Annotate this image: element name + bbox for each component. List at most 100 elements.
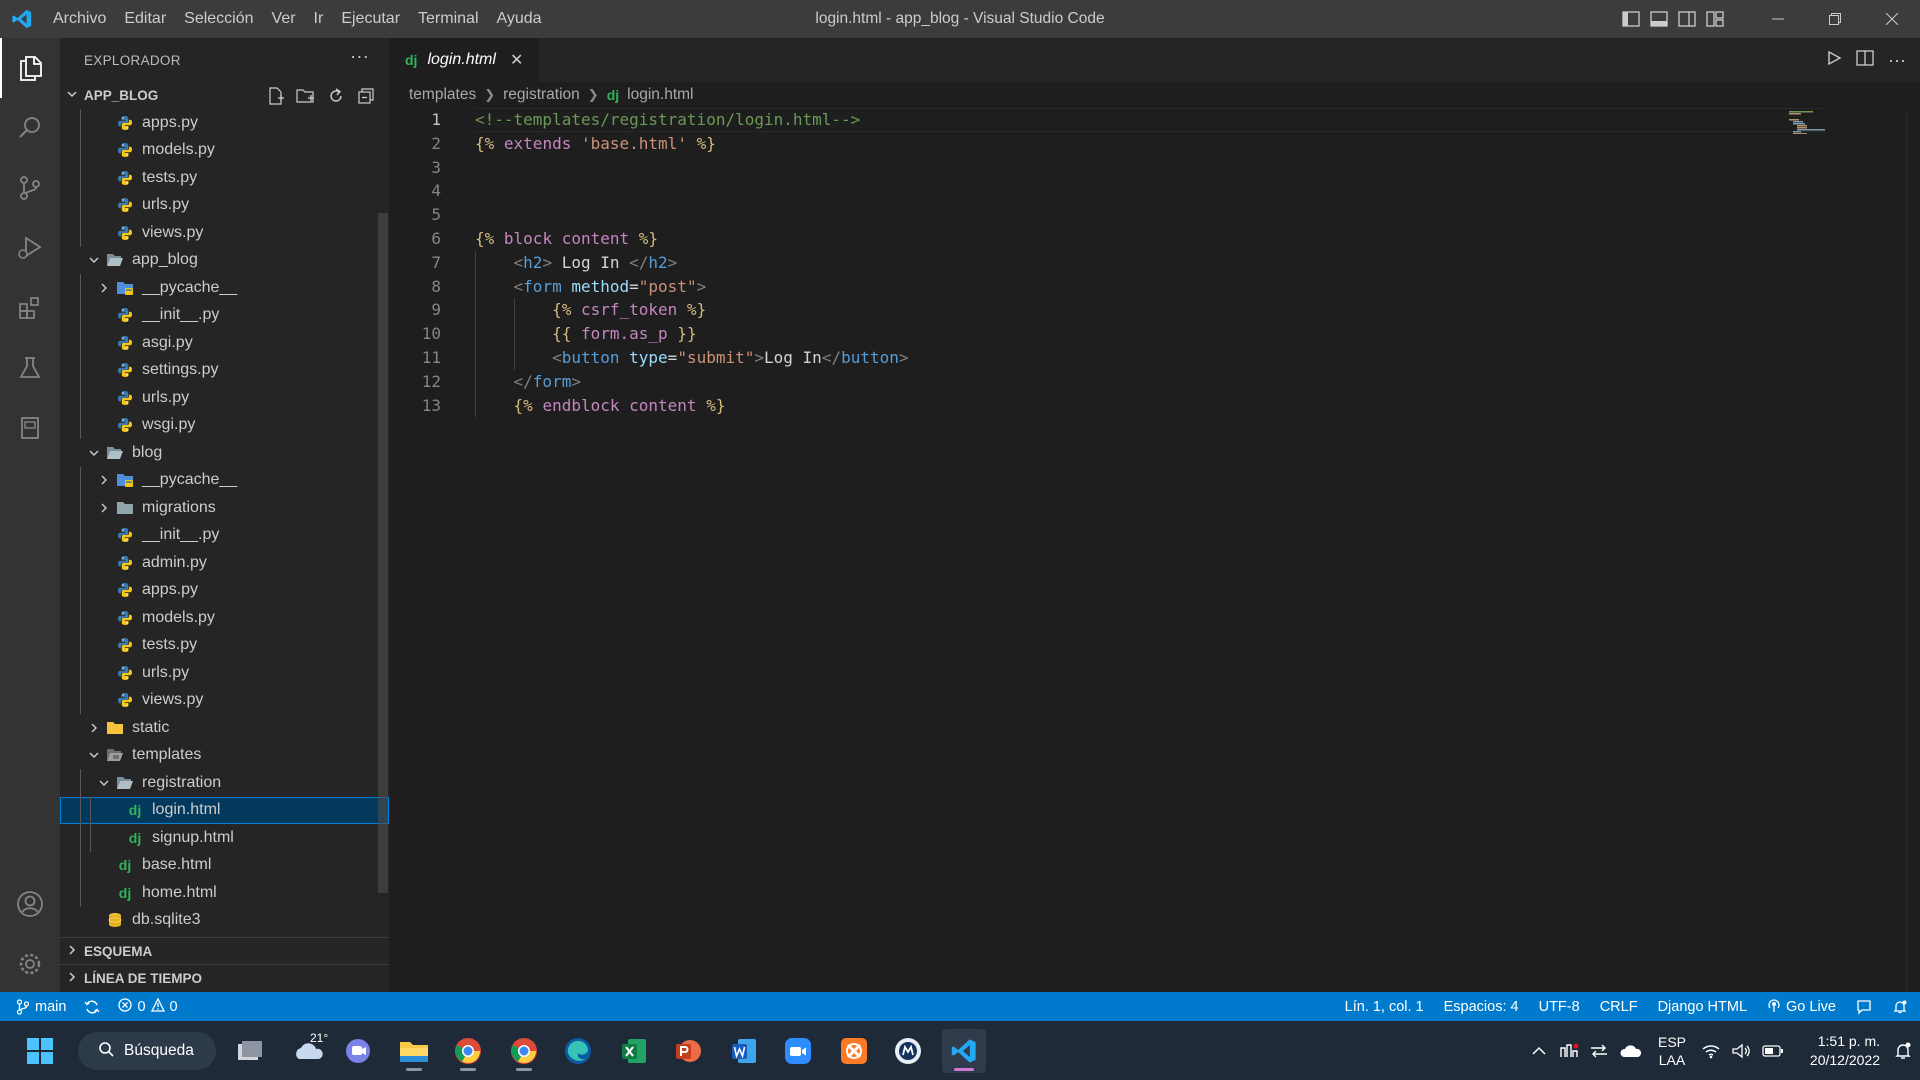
menu-item[interactable]: Ayuda (488, 0, 551, 38)
new-file-icon[interactable] (261, 86, 291, 105)
code-line[interactable]: {% endblock content %} (475, 394, 726, 418)
menu-item[interactable]: Ir (305, 0, 333, 38)
menu-item[interactable]: Ejecutar (332, 0, 409, 38)
toggle-secondary-sidebar-icon[interactable] (1673, 0, 1701, 38)
notification-center-icon[interactable] (1886, 1041, 1920, 1061)
editor-scrollbar[interactable] (1906, 108, 1920, 992)
code-line[interactable]: <!--templates/registration/login.html--> (475, 108, 860, 132)
code-line[interactable]: <form method="post"> (475, 275, 707, 299)
tree-file[interactable]: admin.py (60, 549, 389, 577)
zoom-icon[interactable] (776, 1029, 820, 1073)
chrome-icon[interactable] (446, 1029, 490, 1073)
tree-file[interactable]: urls.py (60, 659, 389, 687)
tree-folder[interactable]: registration (60, 769, 389, 797)
tree-file[interactable]: tests.py (60, 632, 389, 660)
workspace-section-header[interactable]: APP_BLOG (60, 82, 389, 109)
close-window-button[interactable] (1863, 0, 1920, 38)
tree-file[interactable]: apps.py (60, 109, 389, 137)
account-icon[interactable] (0, 874, 60, 934)
new-folder-icon[interactable] (291, 87, 321, 105)
editor-more-icon[interactable]: ··· (1888, 50, 1906, 71)
notifications-bell-icon[interactable] (1892, 999, 1908, 1015)
end-of-line[interactable]: CRLF (1600, 999, 1638, 1015)
minimize-button[interactable] (1749, 0, 1806, 38)
feedback-icon[interactable] (1856, 999, 1872, 1015)
word-icon[interactable] (722, 1029, 766, 1073)
outline-section-header[interactable]: ESQUEMA (60, 937, 389, 964)
tree-folder[interactable]: migrations (60, 494, 389, 522)
onedrive-cloud-icon[interactable] (1614, 1044, 1648, 1058)
chrome-profile-icon[interactable] (502, 1029, 546, 1073)
tree-file[interactable]: urls.py (60, 384, 389, 412)
tree-file[interactable]: wsgi.py (60, 412, 389, 440)
file-explorer-icon[interactable] (392, 1029, 436, 1073)
restore-button[interactable] (1806, 0, 1863, 38)
tree-folder[interactable]: templates (60, 742, 389, 770)
collapse-all-icon[interactable] (351, 87, 381, 105)
problems-indicator[interactable]: 0 0 (118, 997, 178, 1016)
encoding[interactable]: UTF-8 (1539, 999, 1580, 1015)
more-actions-icon[interactable]: ··· (350, 46, 369, 67)
sync-icon[interactable] (84, 999, 100, 1015)
code-line[interactable]: {{ form.as_p }} (475, 322, 697, 346)
search-icon[interactable] (0, 98, 60, 158)
language-mode[interactable]: Django HTML (1658, 999, 1747, 1015)
menu-item[interactable]: Editar (115, 0, 175, 38)
code-line[interactable]: {% csrf_token %} (475, 298, 706, 322)
tree-file[interactable]: views.py (60, 219, 389, 247)
volume-icon[interactable] (1726, 1043, 1756, 1059)
chevron-up-icon[interactable] (1524, 1046, 1554, 1056)
edge-icon[interactable] (556, 1029, 600, 1073)
code-line[interactable]: {% block content %} (475, 227, 658, 251)
refresh-icon[interactable] (321, 87, 351, 105)
tree-file[interactable]: models.py (60, 604, 389, 632)
breadcrumb-item[interactable]: login.html (627, 86, 693, 104)
tree-folder[interactable]: __pycache__ (60, 467, 389, 495)
extensions-icon[interactable] (0, 278, 60, 338)
tree-file[interactable]: settings.py (60, 357, 389, 385)
breadcrumb-item[interactable]: registration (503, 86, 580, 104)
powerpoint-icon[interactable] (666, 1029, 710, 1073)
remote-explorer-icon[interactable] (0, 398, 60, 458)
task-view-icon[interactable] (228, 1029, 272, 1073)
tree-file[interactable]: apps.py (60, 577, 389, 605)
teams-chat-icon[interactable] (336, 1029, 380, 1073)
language-indicator[interactable]: ESP LAA (1648, 1033, 1696, 1069)
wifi-icon[interactable] (1696, 1043, 1726, 1059)
customize-layout-icon[interactable] (1701, 0, 1729, 38)
tree-file[interactable]: tests.py (60, 164, 389, 192)
menu-item[interactable]: Terminal (409, 0, 487, 38)
tree-file[interactable]: dj login.html (60, 796, 389, 824)
manage-gear-icon[interactable] (0, 934, 60, 994)
run-debug-icon[interactable] (0, 218, 60, 278)
battery-icon[interactable] (1756, 1044, 1790, 1058)
app-icon[interactable] (886, 1029, 930, 1073)
tree-file[interactable]: __init__.py (60, 522, 389, 550)
vscode-taskbar-icon[interactable] (942, 1029, 986, 1073)
excel-icon[interactable] (612, 1029, 656, 1073)
source-control-icon[interactable] (0, 158, 60, 218)
network-toggle-icon[interactable] (1584, 1043, 1614, 1059)
tree-folder[interactable]: blog (60, 439, 389, 467)
indentation[interactable]: Espacios: 4 (1444, 999, 1519, 1015)
breadcrumb-item[interactable]: templates (409, 86, 476, 104)
clock[interactable]: 1:51 p. m. 20/12/2022 (1790, 1032, 1886, 1070)
sidebar-scrollbar[interactable] (378, 213, 388, 893)
code-line[interactable]: </form> (475, 370, 581, 394)
tree-file[interactable]: asgi.py (60, 329, 389, 357)
windows-start-icon[interactable] (18, 1029, 62, 1073)
tree-file[interactable]: views.py (60, 687, 389, 715)
branch-indicator[interactable]: main (16, 999, 66, 1015)
menu-item[interactable]: Archivo (44, 0, 115, 38)
tree-file[interactable]: __init__.py (60, 302, 389, 330)
menu-item[interactable]: Selección (175, 0, 262, 38)
explorer-icon[interactable] (0, 38, 60, 98)
run-icon[interactable] (1826, 50, 1842, 71)
xampp-icon[interactable] (832, 1029, 876, 1073)
tree-file[interactable]: models.py (60, 137, 389, 165)
tab-login-html[interactable]: dj login.html ✕ (389, 38, 539, 82)
tree-file[interactable]: db.sqlite3 (60, 907, 389, 935)
taskbar-search[interactable]: Búsqueda (78, 1032, 216, 1070)
menu-item[interactable]: Ver (263, 0, 305, 38)
tree-folder[interactable]: app_blog (60, 247, 389, 275)
